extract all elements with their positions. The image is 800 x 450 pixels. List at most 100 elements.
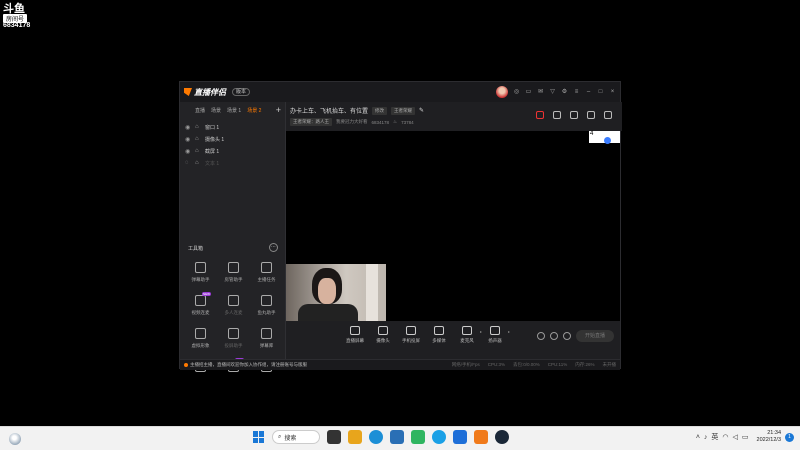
danmaku-icon xyxy=(195,262,206,273)
store-icon[interactable] xyxy=(390,430,404,444)
headset-icon[interactable]: ◎ xyxy=(513,89,520,96)
lock-icon[interactable]: ⌂ xyxy=(195,148,201,154)
weather-icon[interactable] xyxy=(9,433,21,445)
close-icon[interactable]: × xyxy=(609,89,616,96)
clock[interactable]: 21:34 2022/12/3 xyxy=(757,430,781,444)
steam-icon[interactable] xyxy=(495,430,509,444)
source-item[interactable]: ◉ ⌂ 截屏 1 xyxy=(180,145,285,157)
chevron-right-icon[interactable]: ▸ xyxy=(508,329,510,334)
speaker-button[interactable]: 扬声器 ▸ xyxy=(484,326,510,344)
share-icon[interactable] xyxy=(604,111,612,119)
titlebar-controls: ◎ ▭ ✉ ▽ ⚙ ≡ – □ × xyxy=(496,82,616,102)
bell-icon[interactable] xyxy=(587,111,595,119)
gift-icon[interactable] xyxy=(536,111,544,119)
windows-start-icon[interactable] xyxy=(253,431,265,443)
source-item[interactable]: ◉ ⌂ 摄像头 1 xyxy=(180,133,285,145)
more-tools-icon[interactable]: ⋯ xyxy=(269,243,278,252)
message-icon[interactable]: ▭ xyxy=(525,89,532,96)
browser-icon[interactable] xyxy=(432,430,446,444)
tool-item[interactable]: 弹幕助手 xyxy=(184,260,217,288)
video-link-icon: NEW xyxy=(195,292,211,306)
tool-item[interactable]: 主播任务 xyxy=(250,260,283,288)
eye-icon[interactable]: ◉ xyxy=(185,148,191,155)
notice[interactable]: 主播招主播，直播间欢迎你加入协作组，请注册账号与版服 xyxy=(184,362,307,368)
speaker-icon xyxy=(490,326,500,335)
wifi-icon[interactable]: ◠ xyxy=(722,433,728,441)
danmaku-library-icon xyxy=(261,328,272,339)
status-bar: 主播招主播，直播间欢迎你加入协作组，请注册账号与版服 网络/手机/Fps CPU… xyxy=(180,359,620,370)
stream-preview[interactable]: 4 xyxy=(286,131,620,321)
volume-icon[interactable]: ◁ xyxy=(733,433,738,441)
admin-icon xyxy=(228,262,239,273)
taskbar-apps: ⌕ 搜索 xyxy=(253,430,509,444)
source-label: 摄像头 1 xyxy=(205,136,225,143)
gear-icon[interactable]: ⚙ xyxy=(561,89,568,96)
edit-icon[interactable]: ✎ xyxy=(419,107,424,114)
eye-icon[interactable]: ◉ xyxy=(185,136,191,143)
eye-icon[interactable] xyxy=(550,332,558,340)
lock-icon[interactable] xyxy=(553,111,561,119)
monitor-icon xyxy=(350,326,360,335)
camera-feed[interactable] xyxy=(286,264,386,321)
room-title-row: 办卡上车、飞机抬车、有位置 修改 王者荣耀 ✎ xyxy=(290,106,424,115)
settings-icon[interactable] xyxy=(563,332,571,340)
language-indicator[interactable]: 英 xyxy=(711,432,718,442)
mail-icon[interactable]: ✉ xyxy=(537,89,544,96)
phone-cast-button[interactable]: 手机投屏 xyxy=(400,326,422,344)
add-scene-button[interactable]: + xyxy=(276,105,281,115)
tab-scene-3[interactable]: 场景 2 xyxy=(247,107,261,114)
record-icon[interactable] xyxy=(537,332,545,340)
download-icon xyxy=(228,295,239,306)
taskbar-search[interactable]: ⌕ 搜索 xyxy=(272,430,320,444)
tool-item[interactable]: 鱼丸助手 xyxy=(250,293,283,321)
eye-off-icon[interactable]: ◌ xyxy=(185,160,191,166)
tool-item[interactable]: 虚拟形象 xyxy=(184,326,217,354)
category-chip[interactable]: 王者荣耀 xyxy=(391,106,416,115)
lock-icon[interactable]: ⌂ xyxy=(195,124,201,130)
media-button[interactable]: 多媒体 xyxy=(428,326,450,344)
app-icon[interactable] xyxy=(453,430,467,444)
shirt-icon[interactable]: ▽ xyxy=(549,89,556,96)
screen-capture-button[interactable]: 直播屏幕 xyxy=(344,326,366,344)
tool-item[interactable]: 投屏助手 xyxy=(217,326,250,354)
tool-item[interactable]: NEW 视频连麦 xyxy=(184,292,217,321)
avatar[interactable] xyxy=(496,86,508,98)
layout-icon[interactable] xyxy=(570,111,578,119)
streaming-app-window: 直播伴侣 版本 ◎ ▭ ✉ ▽ ⚙ ≡ – □ × 直播 场景 场景 1 场景 … xyxy=(179,81,622,372)
notification-badge[interactable]: 1 xyxy=(785,432,794,442)
microphone-icon[interactable]: ♪ xyxy=(704,434,708,441)
camera-button[interactable]: 摄像头 xyxy=(372,326,394,344)
tab-scene-0[interactable]: 直播 xyxy=(195,107,205,114)
task-icon xyxy=(261,262,272,273)
start-stream-button[interactable]: 开始直播 xyxy=(576,330,614,342)
lock-icon[interactable]: ⌂ xyxy=(195,136,201,142)
battery-icon[interactable]: ▭ xyxy=(742,433,749,441)
microphone-button[interactable]: 麦克风 ▸ xyxy=(456,326,482,344)
room-title[interactable]: 办卡上车、飞机抬车、有位置 xyxy=(290,106,368,115)
source-item[interactable]: ◉ ⌂ 窗口 1 xyxy=(180,121,285,133)
edit-title-chip[interactable]: 修改 xyxy=(372,106,388,115)
eye-icon[interactable]: ◉ xyxy=(185,124,191,131)
minimize-icon[interactable]: – xyxy=(585,89,592,96)
tool-item[interactable]: 弹幕库 xyxy=(250,326,283,354)
file-explorer-icon[interactable] xyxy=(348,430,362,444)
source-item[interactable]: ◌ ⌂ 文本 1 xyxy=(180,157,285,169)
edge-icon[interactable] xyxy=(369,430,383,444)
tab-scene-2[interactable]: 场景 1 xyxy=(227,107,241,114)
header-icons xyxy=(536,111,612,119)
chevron-right-icon[interactable]: ▸ xyxy=(480,329,482,334)
maximize-icon[interactable]: □ xyxy=(597,89,604,96)
desktop: 斗鱼 房间号 6834178 直播伴侣 版本 ◎ ▭ ✉ ▽ ⚙ ≡ – □ × xyxy=(0,0,800,426)
lock-icon[interactable]: ⌂ xyxy=(195,160,201,166)
version-button[interactable]: 版本 xyxy=(232,88,251,96)
task-view-icon[interactable] xyxy=(327,430,341,444)
tool-item[interactable]: 房管助手 xyxy=(217,260,250,288)
tool-item[interactable]: 多人连麦 xyxy=(217,293,250,321)
mini-preview[interactable]: 4 xyxy=(589,131,620,144)
menu-icon[interactable]: ≡ xyxy=(573,89,580,96)
wechat-icon[interactable] xyxy=(411,430,425,444)
tab-scene-1[interactable]: 场景 xyxy=(211,107,221,114)
chevron-up-icon[interactable]: ˄ xyxy=(696,434,700,441)
meta-category[interactable]: 王者荣耀：路人王 xyxy=(290,118,332,126)
live-companion-icon[interactable] xyxy=(474,430,488,444)
